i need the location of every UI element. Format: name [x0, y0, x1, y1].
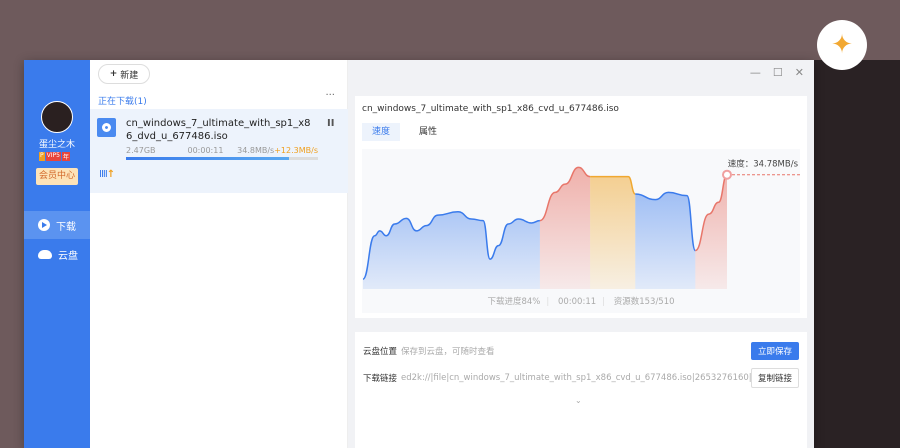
close-button[interactable]: ✕	[795, 66, 804, 79]
download-link-label: 下载链接	[363, 374, 398, 384]
cloud-location-label: 云盘位置	[363, 347, 398, 357]
maximize-button[interactable]: ☐	[773, 66, 783, 79]
speed: 34.8MB/s+12.3MB/s	[237, 146, 318, 155]
download-link-value[interactable]: ed2k://|file|cn_windows_7_ultimate_with_…	[401, 373, 751, 383]
window-controls: — ☐ ✕	[750, 66, 804, 79]
plus-icon: +	[109, 69, 118, 79]
sidebar: 蛋尘之木 P VIP5 年 会员中心 下载 云盘	[24, 60, 90, 448]
cloud-icon	[38, 249, 52, 259]
tab-properties[interactable]: 属性	[409, 123, 447, 141]
more-button[interactable]: ···	[325, 90, 335, 101]
task-meta: 2.47GB 00:00:11 34.8MB/s+12.3MB/s	[126, 146, 318, 155]
vip-center-button[interactable]: 会员中心	[36, 168, 78, 185]
cloud-location-value: 保存到云盘，可随时查看	[401, 347, 495, 357]
section-title: 正在下载(1)	[98, 97, 147, 107]
time-stat: 00:00:11	[557, 297, 597, 307]
user-badges: P VIP5 年	[39, 152, 70, 161]
speed-chart-svg: 速度：34.78MB/s	[363, 159, 800, 289]
tab-speed[interactable]: 速度	[362, 123, 401, 141]
user-name: 蛋尘之木	[38, 140, 75, 150]
detail-panel: — ☐ ✕ cn_windows_7_ultimate_with_sp1_x86…	[348, 60, 814, 448]
download-icon	[38, 219, 50, 231]
speed-card: cn_windows_7_ultimate_with_sp1_x86_cvd_u…	[355, 96, 807, 318]
desktop-background	[810, 60, 900, 448]
badge: P	[39, 152, 45, 161]
sidebar-item-download[interactable]: 下载	[24, 211, 90, 239]
speed-value: 34.8MB/s	[237, 146, 275, 155]
current-speed-label: 速度：34.78MB/s	[728, 159, 799, 170]
chart-stats: 下载进度84% | 00:00:11 | 资源数153/510	[362, 295, 800, 307]
pause-button[interactable]: II	[327, 118, 334, 129]
new-task-button[interactable]: + 新建	[98, 64, 150, 84]
progress-bar	[126, 157, 318, 160]
accelerate-icon[interactable]: IIII↑	[99, 169, 115, 180]
cloud-card: 云盘位置 保存到云盘，可随时查看 立即保存 下载链接 ed2k://|file|…	[355, 332, 807, 448]
sidebar-item-label: 下载	[56, 221, 76, 233]
badge: 年	[61, 152, 70, 161]
sidebar-item-label: 云盘	[58, 250, 78, 262]
progress-fill	[126, 157, 290, 160]
minimize-button[interactable]: —	[750, 66, 761, 79]
file-name: cn_windows_7_ultimate_with_sp1_x86_dvd_u…	[126, 118, 311, 142]
expand-chevron-icon[interactable]: ⌄	[575, 396, 582, 405]
save-now-button[interactable]: 立即保存	[750, 342, 799, 360]
elapsed-time: 00:00:11	[187, 146, 224, 155]
current-speed-marker	[722, 169, 732, 180]
copy-link-button[interactable]: 复制链接	[750, 368, 799, 388]
sources-stat: 资源数153/510	[613, 297, 675, 307]
file-size: 2.47GB	[126, 146, 156, 155]
download-list-panel: + 新建 正在下载(1) ··· cn_windows_7_ultimate_wi…	[90, 60, 348, 448]
task-title: cn_windows_7_ultimate_with_sp1_x86_cvd_u…	[362, 104, 619, 114]
badge: VIP5	[45, 152, 61, 161]
app-window: 蛋尘之木 P VIP5 年 会员中心 下载 云盘 + 新建 正在下载(1) ···…	[24, 60, 814, 448]
new-label: 新建	[120, 70, 139, 81]
bird-logo-icon[interactable]: ✦	[817, 20, 867, 70]
boost-value: +12.3MB/s	[274, 146, 318, 155]
progress-stat: 下载进度84%	[487, 297, 541, 307]
disc-file-icon	[97, 118, 116, 137]
list-item[interactable]: cn_windows_7_ultimate_with_sp1_x86_dvd_u…	[90, 109, 348, 193]
sidebar-item-cloud[interactable]: 云盘	[24, 240, 90, 268]
speed-chart: 速度：34.78MB/s 下载进度84% | 00:00:11 | 资源数153/5…	[362, 149, 800, 313]
avatar[interactable]	[41, 101, 73, 133]
